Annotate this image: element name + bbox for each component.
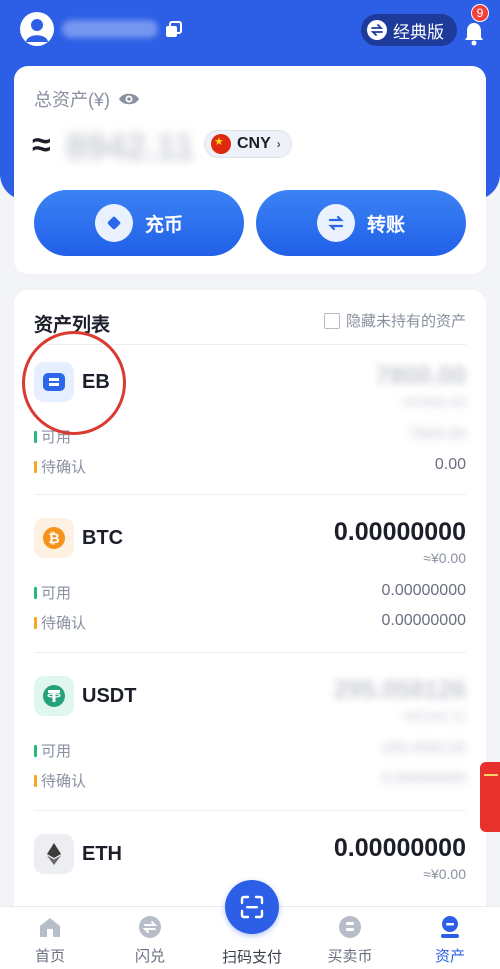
tab-home-label: 首页 (34, 948, 65, 965)
pending-label-row: 待确认 (34, 612, 86, 633)
available-label-row: 可用 (34, 582, 71, 603)
tab-trade[interactable]: 买卖币 (310, 907, 390, 969)
coin-amount: 7800.00 (375, 362, 466, 390)
swap-icon (139, 916, 161, 938)
total-assets-value: 8942.11 (66, 126, 195, 167)
deposit-label: 充币 (144, 214, 183, 236)
list-item-btc[interactable]: ₿ BTC 0.00000000 ≈¥0.00 可用 0.00000000 待确… (14, 502, 486, 660)
tab-trade-label: 买卖币 (327, 948, 373, 965)
scan-pay-button[interactable] (225, 880, 279, 934)
coin-fiat-value: ≈¥7800.00 (399, 394, 466, 410)
coin-symbol: BTC (82, 527, 124, 549)
coin-symbol: ETH (82, 843, 122, 865)
coin-amount: 295.058126 (333, 676, 466, 704)
tab-assets-label: 资产 (434, 948, 465, 965)
chevron-right-icon: › (276, 137, 281, 151)
deposit-icon (94, 204, 133, 242)
user-id-masked (62, 20, 158, 38)
user-icon (26, 19, 48, 42)
avatar[interactable] (20, 12, 54, 46)
deposit-button[interactable]: 充币 (34, 190, 244, 256)
available-indicator (34, 744, 37, 757)
coin-amount: 0.00000000 (333, 518, 466, 546)
pending-label: 待确认 (41, 459, 87, 476)
pending-label: 待确认 (41, 615, 87, 632)
divider (34, 494, 466, 495)
available-indicator (34, 430, 37, 443)
available-label-row: 可用 (34, 740, 71, 761)
ethereum-icon (34, 834, 74, 874)
transfer-icon (316, 204, 355, 242)
tab-home[interactable]: 首页 (10, 907, 90, 969)
bitcoin-icon: ₿ (34, 518, 74, 558)
currency-selector[interactable]: CNY › (204, 130, 292, 158)
coin-symbol: USDT (82, 685, 137, 707)
china-flag-icon (211, 134, 231, 154)
coin-fiat-value: ≈¥0.00 (423, 550, 466, 566)
scan-pay-label: 扫码支付 (221, 949, 282, 966)
coin-fiat-value: ≈¥0.00 (423, 866, 466, 882)
currency-label: CNY (237, 135, 271, 152)
scan-icon (240, 895, 264, 919)
available-value: 7800.00 (408, 426, 466, 443)
divider (34, 652, 466, 653)
tether-icon (34, 676, 74, 716)
classic-version-label: 经典版 (393, 22, 444, 42)
tab-assets[interactable]: 资产 (410, 907, 490, 969)
hide-zero-assets-label: 隐藏未持有的资产 (345, 313, 466, 330)
hide-zero-assets-checkbox[interactable] (323, 312, 340, 329)
top-bar: 经典版 9 (0, 0, 500, 64)
transfer-label: 转账 (366, 214, 405, 236)
pending-value: 0.00000000 (381, 770, 466, 787)
red-packet-float[interactable] (480, 762, 500, 832)
pending-value: 0.00000000 (381, 612, 466, 629)
pending-label: 待确认 (41, 773, 87, 790)
pending-indicator (34, 460, 37, 473)
pending-indicator (34, 774, 37, 787)
total-assets-label: 总资产(¥) (34, 90, 110, 110)
transfer-button[interactable]: 转账 (256, 190, 466, 256)
pending-label-row: 待确认 (34, 770, 86, 791)
list-item-usdt[interactable]: USDT 295.058126 ≈¥2142.11 可用 295.058126 … (14, 660, 486, 818)
tab-swap-label: 闪兑 (134, 948, 165, 965)
approx-symbol: ≈ (32, 126, 51, 164)
pending-label-row: 待确认 (34, 456, 86, 477)
eye-icon[interactable] (118, 91, 140, 107)
pending-indicator (34, 616, 37, 629)
available-value: 0.00000000 (381, 582, 466, 599)
available-indicator (34, 586, 37, 599)
copy-icon[interactable] (164, 20, 184, 40)
assets-icon (441, 916, 459, 938)
available-value: 295.058126 (381, 740, 466, 757)
pending-value: 0.00 (434, 456, 466, 473)
swap-icon (367, 20, 387, 40)
hide-zero-assets-toggle[interactable]: 隐藏未持有的资产 (323, 310, 466, 331)
home-icon (40, 918, 60, 937)
coin-amount: 0.00000000 (333, 834, 466, 862)
total-assets-label-row: 总资产(¥) (34, 86, 140, 112)
highlight-circle (22, 331, 126, 435)
tab-swap[interactable]: 闪兑 (110, 907, 190, 969)
total-assets-card: 总资产(¥) ≈ 8942.11 CNY › 充币 转账 (14, 66, 486, 274)
classic-version-button[interactable]: 经典版 (361, 14, 457, 46)
notification-badge: 9 (471, 4, 489, 22)
available-label: 可用 (41, 585, 72, 602)
trade-icon (339, 916, 361, 938)
coin-fiat-value: ≈¥2142.11 (400, 708, 466, 724)
svg-text:₿: ₿ (48, 531, 59, 547)
bell-icon[interactable] (462, 20, 486, 46)
available-label: 可用 (41, 743, 72, 760)
divider (34, 810, 466, 811)
